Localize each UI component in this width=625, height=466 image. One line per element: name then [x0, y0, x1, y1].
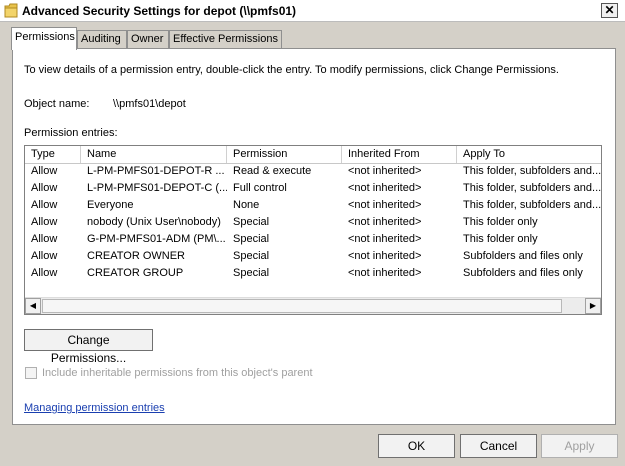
cancel-button[interactable]: Cancel [460, 434, 537, 458]
cell-type: Allow [31, 250, 58, 262]
cell-inherited-from: <not inherited> [348, 199, 422, 211]
cell-apply-to: This folder, subfolders and... [463, 182, 601, 194]
list-header: Type Name Permission Inherited From Appl… [25, 146, 601, 164]
tab-permissions[interactable]: Permissions [11, 27, 77, 50]
permission-entries-list[interactable]: Type Name Permission Inherited From Appl… [24, 145, 602, 315]
tab-auditing[interactable]: Auditing [77, 30, 127, 48]
table-row[interactable]: Allow nobody (Unix User\nobody) Special … [25, 214, 601, 231]
tab-auditing-label: Auditing [81, 33, 121, 45]
cell-apply-to: Subfolders and files only [463, 267, 583, 279]
tab-permissions-label: Permissions [15, 31, 75, 43]
cell-name: L-PM-PMFS01-DEPOT-C (... [87, 182, 227, 194]
tab-effective-permissions[interactable]: Effective Permissions [169, 30, 282, 48]
column-header-name[interactable]: Name [81, 146, 227, 163]
cell-type: Allow [31, 216, 58, 228]
cell-permission: Special [233, 216, 270, 228]
table-row[interactable]: Allow CREATOR OWNER Special <not inherit… [25, 248, 601, 265]
title-bar: Advanced Security Settings for depot (\\… [0, 0, 625, 22]
column-header-permission[interactable]: Permission [227, 146, 342, 163]
cell-name: G-PM-PMFS01-ADM (PM\... [87, 233, 226, 245]
tab-effective-permissions-label: Effective Permissions [173, 33, 278, 45]
ok-button[interactable]: OK [378, 434, 455, 458]
folder-icon [4, 3, 18, 18]
cell-inherited-from: <not inherited> [348, 182, 422, 194]
cell-apply-to: This folder only [463, 233, 538, 245]
cell-inherited-from: <not inherited> [348, 267, 422, 279]
cell-apply-to: Subfolders and files only [463, 250, 583, 262]
cell-apply-to: This folder only [463, 216, 538, 228]
cell-type: Allow [31, 182, 58, 194]
cell-name: nobody (Unix User\nobody) [87, 216, 221, 228]
table-row[interactable]: Allow L-PM-PMFS01-DEPOT-R ... Read & exe… [25, 163, 601, 180]
cell-apply-to: This folder, subfolders and... [463, 199, 601, 211]
permission-entries-label: Permission entries: [24, 127, 118, 139]
table-row[interactable]: Allow L-PM-PMFS01-DEPOT-C (... Full cont… [25, 180, 601, 197]
permissions-panel: To view details of a permission entry, d… [12, 48, 616, 425]
column-header-type[interactable]: Type [25, 146, 81, 163]
cell-inherited-from: <not inherited> [348, 250, 422, 262]
cell-permission: Special [233, 250, 270, 262]
table-row[interactable]: Allow G-PM-PMFS01-ADM (PM\... Special <n… [25, 231, 601, 248]
table-row[interactable]: Allow CREATOR GROUP Special <not inherit… [25, 265, 601, 282]
horizontal-scrollbar[interactable]: ◀ ▶ [25, 297, 601, 314]
cell-name: CREATOR GROUP [87, 267, 184, 279]
cell-permission: None [233, 199, 260, 211]
column-header-inherited-from[interactable]: Inherited From [342, 146, 457, 163]
cell-inherited-from: <not inherited> [348, 233, 422, 245]
cell-permission: Read & execute [233, 165, 312, 177]
cell-name: L-PM-PMFS01-DEPOT-R ... [87, 165, 225, 177]
close-button[interactable]: ✕ [601, 3, 618, 18]
table-row[interactable]: Allow Everyone None <not inherited> This… [25, 197, 601, 214]
cell-type: Allow [31, 233, 58, 245]
managing-permission-entries-link[interactable]: Managing permission entries [24, 402, 165, 414]
arrow-left-icon: ◀ [29, 301, 37, 310]
include-inheritable-label: Include inheritable permissions from thi… [42, 367, 313, 379]
scroll-right-button[interactable]: ▶ [585, 298, 601, 314]
scrollbar-thumb[interactable] [42, 299, 562, 313]
arrow-right-icon: ▶ [589, 301, 597, 310]
cell-apply-to: This folder, subfolders and... [463, 165, 601, 177]
include-inheritable-checkbox[interactable] [25, 367, 37, 379]
instructions-text: To view details of a permission entry, d… [24, 64, 559, 76]
cell-permission: Full control [233, 182, 287, 194]
column-header-apply-to[interactable]: Apply To [457, 146, 601, 163]
close-icon: ✕ [604, 3, 615, 17]
change-permissions-button[interactable]: Change Permissions... [24, 329, 153, 365]
cell-inherited-from: <not inherited> [348, 165, 422, 177]
cell-inherited-from: <not inherited> [348, 216, 422, 228]
cell-name: CREATOR OWNER [87, 250, 185, 262]
apply-button[interactable]: Apply [541, 434, 618, 458]
cell-type: Allow [31, 267, 58, 279]
tab-owner-label: Owner [131, 33, 164, 45]
cell-name: Everyone [87, 199, 134, 211]
cell-permission: Special [233, 233, 270, 245]
cell-type: Allow [31, 199, 58, 211]
window-title: Advanced Security Settings for depot (\\… [22, 4, 297, 18]
tab-owner[interactable]: Owner [127, 30, 169, 48]
advanced-security-settings-dialog: Advanced Security Settings for depot (\\… [0, 0, 625, 466]
object-name-label: Object name: [24, 98, 90, 110]
cell-type: Allow [31, 165, 58, 177]
scroll-left-button[interactable]: ◀ [25, 298, 41, 314]
cell-permission: Special [233, 267, 270, 279]
object-name-value: \\pmfs01\depot [113, 98, 186, 110]
